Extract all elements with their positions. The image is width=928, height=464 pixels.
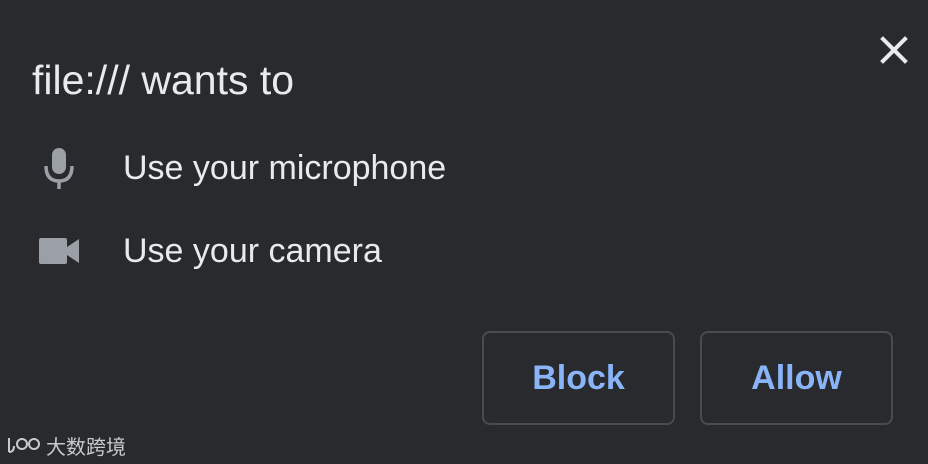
camera-icon	[34, 226, 84, 276]
watermark-logo-icon	[8, 438, 40, 453]
allow-button[interactable]: Allow	[700, 331, 893, 425]
permission-microphone: Use your microphone	[34, 143, 446, 193]
block-button[interactable]: Block	[482, 331, 675, 425]
permission-label-microphone: Use your microphone	[123, 149, 447, 187]
permission-dialog: file:/// wants to Use your microphone Us…	[0, 0, 928, 464]
watermark-text: 大数跨境	[46, 434, 126, 459]
close-button[interactable]	[872, 28, 916, 72]
close-icon	[880, 36, 908, 64]
permission-label-camera: Use your camera	[123, 232, 382, 270]
microphone-icon	[34, 143, 84, 193]
permission-camera: Use your camera	[34, 226, 382, 276]
dialog-title: file:/// wants to	[32, 57, 295, 103]
watermark: 大数跨境	[6, 430, 126, 460]
